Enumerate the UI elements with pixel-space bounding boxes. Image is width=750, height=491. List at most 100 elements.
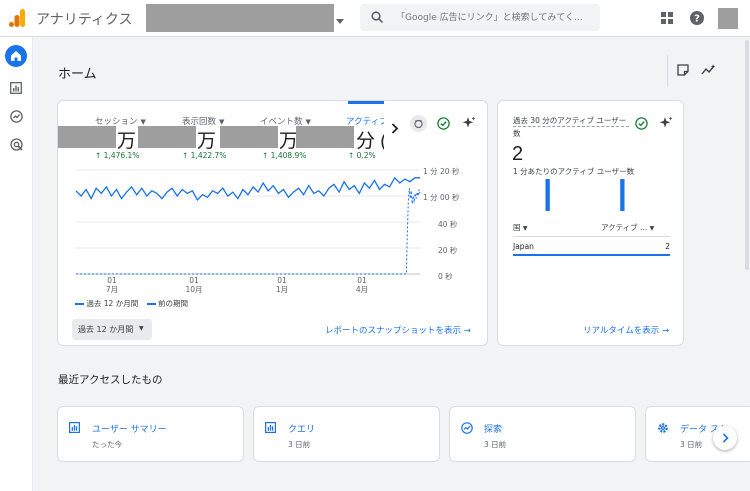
metric-unit: 分 ( [356,131,384,152]
recent-item-time: 3 日前 [484,440,507,449]
dropdown-arrow-icon: ▼ [140,118,146,126]
active-metric-indicator [348,101,384,104]
search-icon [370,10,384,24]
metric-unit: 万 [117,131,137,152]
column-label: アクティブ ... [601,223,648,232]
dropdown-arrow-icon [335,16,345,26]
date-range-selector[interactable]: 過去 12 か月間 ▼ [72,319,152,340]
arrow-right-icon: → [661,326,670,336]
recent-card[interactable]: クエリ 3 日前 [253,406,440,462]
recent-item-title: ユーザー サマリー [92,425,167,435]
account-selector[interactable] [145,4,345,33]
side-nav [0,37,33,491]
x-tick-day: 01 [277,276,287,285]
link-text: レポートのスナップショットを表示 [325,326,462,336]
bar-chart-icon [264,421,276,433]
dropdown-arrow-icon: ▼ [305,118,311,126]
y-tick-label: 0 秒 [438,272,453,281]
sparkle-icon[interactable] [658,115,674,131]
search-input[interactable] [396,10,596,25]
delta-value: 1,422.7% [190,151,227,160]
nav-home-icon[interactable] [5,45,27,67]
x-tick-month: 1月 [275,285,289,294]
realtime-bar-chart [545,179,625,211]
recent-item-time: 3 日前 [680,440,703,449]
analytics-logo-icon[interactable] [8,8,26,28]
bar-chart-icon [68,421,80,433]
metric-unit: 万 [197,131,217,152]
page-scrollbar[interactable] [745,40,749,270]
recent-item-title: 探索 [484,425,503,435]
x-tick-month: 10月 [185,285,203,294]
explore-icon [460,421,473,434]
realtime-sub: 1 分あたりのアクティブ ユーザー数 [513,167,635,176]
x-tick-day: 01 [107,276,117,285]
legend-solid-swatch [75,303,84,305]
recent-item-time: たった今 [92,440,122,449]
redacted-value [296,126,354,148]
column-label: 国 [513,223,521,232]
delta-value: 0.2% [356,151,376,160]
help-icon[interactable]: ? [689,10,705,26]
legend-item: 過去 12 か月間 [86,299,139,308]
insights-trend-icon[interactable] [700,62,716,78]
realtime-bar [620,179,625,211]
country-cell: Japan [513,242,534,251]
nav-advertising-icon[interactable] [8,136,24,152]
header-divider [667,55,668,87]
nav-explore-icon[interactable] [8,108,24,124]
app-title: アナリティクス [36,12,133,28]
recent-card[interactable]: ユーザー サマリー たった今 [57,406,244,462]
realtime-bar [545,179,550,211]
snapshot-link[interactable]: レポートのスナップショットを表示 → [325,324,471,336]
x-tick-label: 01 7月 [100,276,124,294]
redacted-account-name [146,4,334,32]
gear-icon [656,421,669,434]
redacted-value [58,126,116,148]
nav-reports-icon[interactable] [8,80,24,96]
chevron-right-icon [722,433,729,443]
anomaly-icon[interactable] [410,115,427,132]
title-underline [513,126,629,127]
scroll-right-button[interactable] [713,426,737,450]
arrow-right-icon: → [463,326,471,336]
check-circle-icon[interactable] [436,116,451,131]
x-tick-month: 7月 [105,285,119,294]
search-box[interactable] [360,4,600,31]
apps-grid-icon[interactable] [660,11,674,25]
insights-note-icon[interactable] [675,62,691,78]
legend: 過去 12 か月間 前の期間 [75,298,188,309]
metric-delta: ↑ 1,422.7% [182,151,227,160]
count-cell: 2 [665,242,670,251]
recent-item-title: クエリ [288,425,316,435]
x-tick-label: 01 10月 [182,276,206,294]
chevron-right-icon[interactable] [387,120,403,136]
x-tick-month: 4月 [355,285,369,294]
table-header-country[interactable]: 国 ▼ [513,222,528,233]
x-tick-day: 01 [189,276,199,285]
metric-delta: ↑ 0.2% [348,151,376,160]
recent-section-title: 最近アクセスしたもの [58,374,163,386]
series-line-current [75,176,420,201]
legend-dashed-swatch [146,303,156,305]
date-range-label: 過去 12 か月間 [78,325,134,334]
check-circle-icon[interactable] [634,116,649,131]
y-tick-label: 40 秒 [438,220,458,229]
sparkle-icon[interactable] [461,115,477,131]
link-text: リアルタイムを表示 [583,326,660,336]
y-tick-label: 1 分 20 秒 [423,167,460,176]
metric-delta: ↑ 1,476.1% [95,151,140,160]
redacted-value [220,126,278,148]
avatar[interactable] [718,8,738,29]
realtime-link[interactable]: リアルタイムを表示 → [583,324,669,336]
y-tick-label: 1 分 00 秒 [423,193,460,202]
table-row[interactable]: Japan 2 [513,241,670,257]
table-header-active[interactable]: アクティブ ... ▼ [601,222,654,233]
x-tick-label: 01 1月 [270,276,294,294]
delta-value: 1,408.9% [270,151,307,160]
row-bar [513,254,670,256]
delta-value: 1,476.1% [103,151,140,160]
recent-card[interactable]: 探索 3 日前 [449,406,636,462]
x-tick-day: 01 [357,276,367,285]
metric-delta: ↑ 1,408.9% [262,151,307,160]
